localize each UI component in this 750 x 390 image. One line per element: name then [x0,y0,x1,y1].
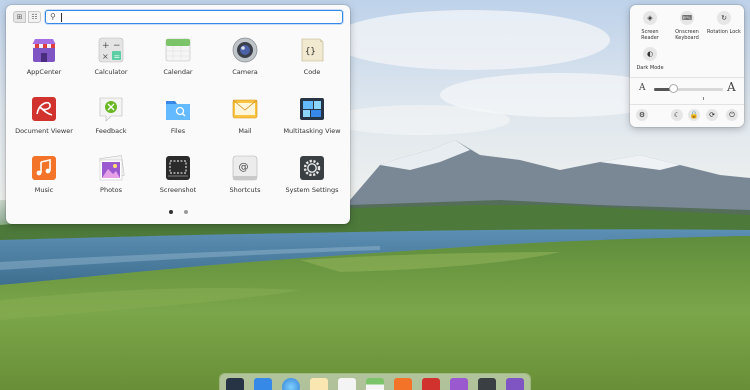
app-feedback[interactable]: Feedback [78,92,144,148]
app-camera[interactable]: Camera [212,33,278,89]
multitasking-view-icon[interactable] [226,378,244,390]
dark-mode-toggle[interactable]: ◐ Dark Mode [632,47,668,71]
slider-tick-mark [703,97,704,100]
screenshot-icon [166,156,190,180]
text-cursor [61,13,62,22]
appcenter-icon[interactable] [506,378,524,390]
page-dot-2[interactable] [184,210,188,214]
screen-reader-toggle[interactable]: ◈ Screen Reader [632,11,668,41]
toggle-label: Onscreen Keyboard [675,29,699,41]
calendar-icon [165,38,191,62]
app-label: Code [303,68,321,76]
applications-menu: ⊞ ☷ ⚲ AppCenter + − × = Calculator Calen… [6,5,350,224]
text-size-large-label: A [727,80,736,94]
svg-text:−: − [113,41,121,51]
feedback-icon [99,97,123,122]
calendar-icon[interactable] [366,378,384,390]
calculator-icon: + − × = [98,37,124,63]
code-icon: {} [301,38,324,62]
app-appcenter[interactable]: AppCenter [11,33,77,89]
files-icon[interactable] [254,378,272,390]
music-icon[interactable] [394,378,412,390]
onscreen-keyboard-icon: ⌨ [680,11,694,25]
grid-view-icon[interactable]: ⊞ [13,11,26,23]
page-indicator [169,210,188,214]
text-size-slider-handle[interactable] [668,84,678,93]
system-settings-icon [300,156,324,180]
page-dot-1[interactable] [169,210,173,214]
app-code[interactable]: {} Code [279,33,345,89]
music-icon [32,156,56,180]
app-music[interactable]: Music [11,151,77,207]
mail-icon [232,99,258,119]
photos-icon[interactable] [450,378,468,390]
app-label: System Settings [285,186,339,194]
logout-icon[interactable]: ⟳ [706,109,718,121]
quick-settings-popover: ◈ Screen Reader ⌨ Onscreen Keyboard ↻ Ro… [630,5,744,127]
toggle-label: Rotation Lock [707,29,741,35]
app-multitasking-view[interactable]: Multitasking View [279,92,345,148]
app-calendar[interactable]: Calendar [145,33,211,89]
screen-reader-icon: ◈ [643,11,657,25]
app-screenshot[interactable]: Screenshot [145,151,211,207]
system-settings-icon[interactable] [478,378,496,390]
files-icon [166,101,190,120]
category-view-icon[interactable]: ☷ [28,11,41,23]
view-mode-switcher: ⊞ ☷ [13,11,41,25]
document-viewer-icon [32,97,56,121]
shortcuts-icon: @ [232,155,258,181]
toggle-label: Screen Reader [641,29,659,41]
svg-text:@: @ [239,162,249,173]
divider [630,104,744,105]
web-browser-icon[interactable] [282,378,300,390]
text-size-small-label: A [639,83,646,93]
svg-text:{}: {} [305,47,316,57]
multitasking-view-icon [300,98,324,120]
app-shortcuts[interactable]: @ Shortcuts [212,151,278,207]
app-photos[interactable]: Photos [78,151,144,207]
dark-mode-icon: ◐ [643,47,657,61]
app-label: Multitasking View [283,127,341,135]
svg-text:+: + [102,41,110,51]
toggle-label: Dark Mode [636,65,664,71]
photos-icon [99,155,125,181]
divider [630,77,744,78]
rotation-lock-toggle[interactable]: ↻ Rotation Lock [706,11,742,35]
mail-icon[interactable] [310,378,328,390]
app-files[interactable]: Files [145,92,211,148]
svg-text:×: × [102,52,109,61]
dock [220,374,530,390]
videos-icon[interactable] [422,378,440,390]
app-system-settings[interactable]: System Settings [279,151,345,207]
svg-text:=: = [114,52,121,61]
camera-icon [232,37,258,63]
text-size-slider[interactable] [654,84,723,93]
appcenter-icon [32,39,56,62]
search-icon: ⚲ [50,12,56,21]
onscreen-keyboard-toggle[interactable]: ⌨ Onscreen Keyboard [669,11,705,41]
rotation-lock-icon: ↻ [717,11,731,25]
power-icon[interactable]: ⏻ [726,109,738,121]
app-mail[interactable]: Mail [212,92,278,148]
tasks-icon[interactable] [338,378,356,390]
app-calculator[interactable]: + − × = Calculator [78,33,144,89]
search-input[interactable]: ⚲ [45,10,343,24]
lock-icon[interactable]: 🔒 [688,109,700,121]
app-document-viewer[interactable]: Document Viewer [11,92,77,148]
suspend-icon[interactable]: ☾ [671,109,683,121]
settings-gear-icon[interactable]: ⚙ [636,109,648,121]
